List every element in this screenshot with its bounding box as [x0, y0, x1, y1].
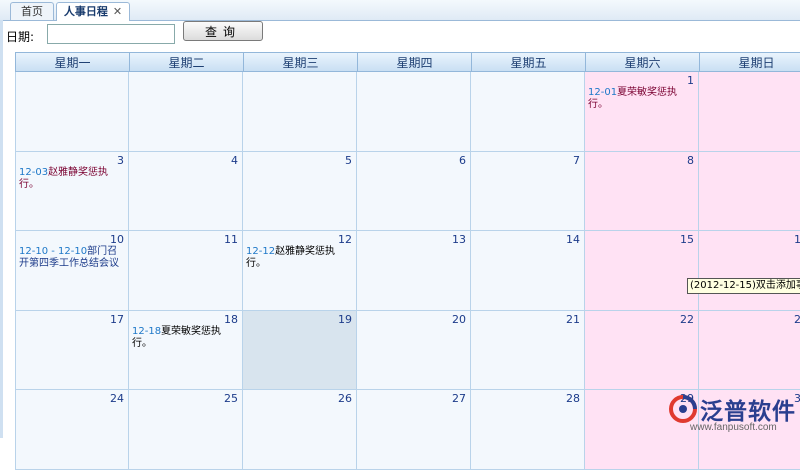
logo-icon [669, 395, 697, 423]
calendar-day-cell[interactable]: 5 [243, 151, 357, 231]
weekday-header: 星期一 星期二 星期三 星期四 星期五 星期六 星期日 [15, 52, 800, 72]
logo-url: www.fanpusoft.com [690, 422, 777, 433]
day-number: 14 [566, 233, 580, 246]
event-date: 12-01 [588, 87, 618, 98]
tooltip: (2012-12-15)双击添加事务 [687, 278, 800, 294]
calendar-day-cell[interactable]: 15 [585, 231, 699, 311]
day-number: 22 [680, 312, 694, 326]
calendar-day-cell[interactable] [243, 72, 357, 152]
day-number: 26 [338, 392, 352, 405]
tab-home[interactable]: 首页 [10, 2, 54, 20]
calendar-day-cell[interactable]: 12 12-12赵雅静奖惩执行。 [243, 231, 357, 311]
schedule-event[interactable]: 12-12赵雅静奖惩执行。 [246, 246, 354, 270]
calendar-day-cell[interactable]: 17 [15, 310, 129, 390]
tab-bar: 首页 人事日程 ✕ [0, 0, 800, 21]
calendar-day-cell[interactable]: 10 12-10 - 12-10部门召开第四季工作总结会议 [15, 231, 129, 311]
close-icon[interactable]: ✕ [113, 5, 122, 18]
day-number: 3 [117, 153, 124, 167]
calendar-day-cell[interactable] [357, 72, 471, 152]
tab-schedule[interactable]: 人事日程 ✕ [56, 2, 130, 21]
day-number: 17 [110, 312, 124, 326]
calendar-day-cell[interactable]: 7 [471, 151, 585, 231]
weekday-header-cell: 星期六 [585, 52, 700, 72]
day-number: 5 [345, 153, 352, 167]
tab-schedule-label: 人事日程 [63, 5, 108, 18]
calendar-day-cell[interactable]: 16 [699, 231, 800, 311]
weekday-header-cell: 星期二 [129, 52, 244, 72]
day-number: 6 [459, 153, 466, 167]
day-number: 21 [566, 312, 580, 326]
day-number: 20 [452, 312, 466, 326]
weekday-header-cell: 星期日 [699, 52, 800, 72]
calendar-day-cell[interactable]: 11 [129, 231, 243, 311]
schedule-event[interactable]: 12-03赵雅静奖惩执行。 [19, 167, 126, 191]
calendar-day-cell[interactable]: 19 [243, 310, 357, 390]
schedule-event[interactable]: 12-18夏荣敏奖惩执行。 [132, 326, 240, 350]
calendar-day-cell[interactable]: 4 [129, 151, 243, 231]
calendar-day-cell[interactable]: 14 [471, 231, 585, 311]
calendar-day-cell[interactable]: 8 [585, 151, 699, 231]
day-number: 15 [680, 233, 694, 246]
calendar-day-cell[interactable]: 24 [15, 390, 129, 470]
calendar-day-cell[interactable]: 27 [357, 390, 471, 470]
left-edge-bar [0, 20, 3, 438]
logo-name: 泛普软件 [700, 399, 796, 425]
weekday-header-cell: 星期一 [15, 52, 130, 72]
calendar-day-cell[interactable]: 23 [699, 310, 800, 390]
calendar-day-cell[interactable]: 21 [471, 310, 585, 390]
calendar-day-cell[interactable]: 20 [357, 310, 471, 390]
day-number: 4 [231, 153, 238, 167]
day-number: 28 [566, 392, 580, 405]
weekday-header-cell: 星期五 [471, 52, 586, 72]
calendar-day-cell[interactable] [15, 72, 129, 152]
day-number: 7 [573, 153, 580, 167]
toolbar: 日期: 查询 [0, 21, 800, 47]
day-number: 19 [338, 312, 352, 326]
day-number: 8 [687, 153, 694, 167]
day-number: 25 [224, 392, 238, 405]
schedule-event[interactable]: 12-10 - 12-10部门召开第四季工作总结会议 [19, 246, 126, 270]
calendar-day-cell[interactable]: 1 12-01夏荣敏奖惩执行。 [585, 72, 699, 152]
calendar-day-cell[interactable]: 2 [699, 72, 800, 152]
event-date: 12-18 [132, 325, 162, 337]
day-number: 10 [110, 233, 124, 246]
query-button[interactable]: 查询 [183, 21, 263, 41]
calendar-day-cell[interactable]: 25 [129, 390, 243, 470]
brand-logo: 泛普软件 www.fanpusoft.com [668, 392, 798, 436]
calendar-day-cell[interactable]: 22 [585, 310, 699, 390]
day-number: 24 [110, 392, 124, 405]
event-date: 12-12 [246, 246, 276, 257]
event-date: 12-03 [19, 166, 49, 178]
event-date: 12-10 - 12-10 [19, 246, 88, 257]
day-number: 13 [452, 233, 466, 246]
calendar-day-cell[interactable] [129, 72, 243, 152]
day-number: 12 [338, 233, 352, 246]
calendar-grid: 星期一星期二星期三星期四星期五星期六星期日 112-01夏荣敏奖惩执行。2312… [15, 52, 800, 470]
date-input[interactable] [47, 24, 175, 44]
calendar-day-cell[interactable]: 9 [699, 151, 800, 231]
calendar-day-cell[interactable]: 18 12-18夏荣敏奖惩执行。 [129, 310, 243, 390]
day-number: 1 [687, 74, 694, 87]
day-number: 27 [452, 392, 466, 405]
day-number: 23 [794, 312, 800, 326]
calendar-day-cell[interactable] [471, 72, 585, 152]
calendar-day-cell[interactable]: 28 [471, 390, 585, 470]
weekday-header-cell: 星期三 [243, 52, 358, 72]
calendar-day-cell[interactable]: 6 [357, 151, 471, 231]
day-number: 11 [224, 233, 238, 246]
schedule-event[interactable]: 12-01夏荣敏奖惩执行。 [588, 87, 696, 111]
calendar-day-cell[interactable]: 3 12-03赵雅静奖惩执行。 [15, 151, 129, 231]
date-label: 日期: [6, 30, 35, 44]
day-number: 16 [794, 233, 800, 246]
weekday-header-cell: 星期四 [357, 52, 472, 72]
day-number: 18 [224, 312, 238, 326]
calendar-day-cell[interactable]: 13 [357, 231, 471, 311]
tab-home-label: 首页 [21, 5, 43, 18]
calendar-day-cell[interactable]: 26 [243, 390, 357, 470]
